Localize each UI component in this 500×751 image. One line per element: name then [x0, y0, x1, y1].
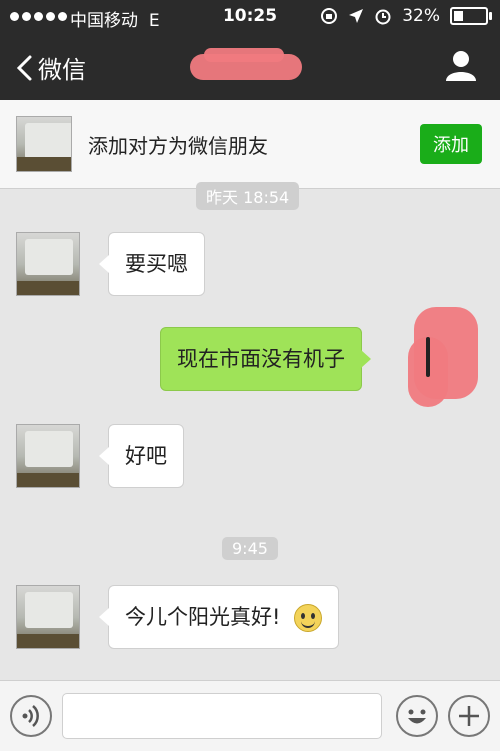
- smiley-icon: [408, 709, 426, 724]
- more-options-button[interactable]: [448, 695, 490, 737]
- incoming-message-bubble[interactable]: 好吧: [99, 424, 184, 488]
- message-text: 现在市面没有机子: [177, 347, 345, 371]
- message-text: 好吧: [125, 444, 167, 468]
- profile-icon[interactable]: [444, 48, 478, 82]
- rotation-lock-icon: [321, 8, 338, 24]
- contact-avatar[interactable]: [16, 424, 80, 488]
- timestamp-divider: 昨天 18:54: [196, 182, 300, 210]
- back-button[interactable]: 微信: [14, 50, 86, 85]
- incoming-message-bubble[interactable]: 今儿个阳光真好!: [98, 585, 340, 649]
- input-bar: [0, 680, 500, 751]
- add-friend-button[interactable]: 添加: [420, 124, 482, 164]
- voice-input-button[interactable]: [10, 695, 52, 737]
- add-friend-banner: 添加对方为微信朋友 添加: [0, 100, 500, 189]
- message-text: 今儿个阳光真好!: [125, 605, 281, 629]
- incoming-message-bubble[interactable]: 要买嗯: [99, 232, 205, 296]
- contact-avatar[interactable]: [16, 232, 80, 296]
- message-input[interactable]: [62, 693, 382, 739]
- redacted-own-avatar: [408, 307, 484, 417]
- smile-emoji-icon: [294, 604, 323, 632]
- contact-avatar[interactable]: [16, 116, 72, 172]
- battery-percent: 32%: [402, 6, 440, 26]
- chevron-left-icon: [16, 55, 32, 80]
- back-label: 微信: [38, 56, 86, 84]
- redacted-contact-name: [190, 48, 310, 84]
- alarm-icon: [375, 9, 391, 25]
- battery-icon: [450, 7, 492, 25]
- add-friend-text: 添加对方为微信朋友: [88, 134, 268, 158]
- message-text: 要买嗯: [125, 252, 188, 276]
- outgoing-message-bubble[interactable]: 现在市面没有机子: [160, 327, 371, 391]
- emoji-button[interactable]: [396, 695, 438, 737]
- contact-avatar[interactable]: [16, 585, 80, 649]
- voice-icon: [22, 705, 39, 727]
- timestamp-divider: 9:45: [222, 537, 278, 560]
- nav-bar: 微信: [0, 34, 500, 100]
- status-right-group: 32%: [320, 6, 492, 26]
- status-bar: 中国移动 E 10:25 32%: [0, 0, 500, 34]
- top-bar: 中国移动 E 10:25 32% 微信: [0, 0, 500, 100]
- plus-icon: [459, 706, 479, 726]
- location-arrow-icon: [349, 9, 364, 23]
